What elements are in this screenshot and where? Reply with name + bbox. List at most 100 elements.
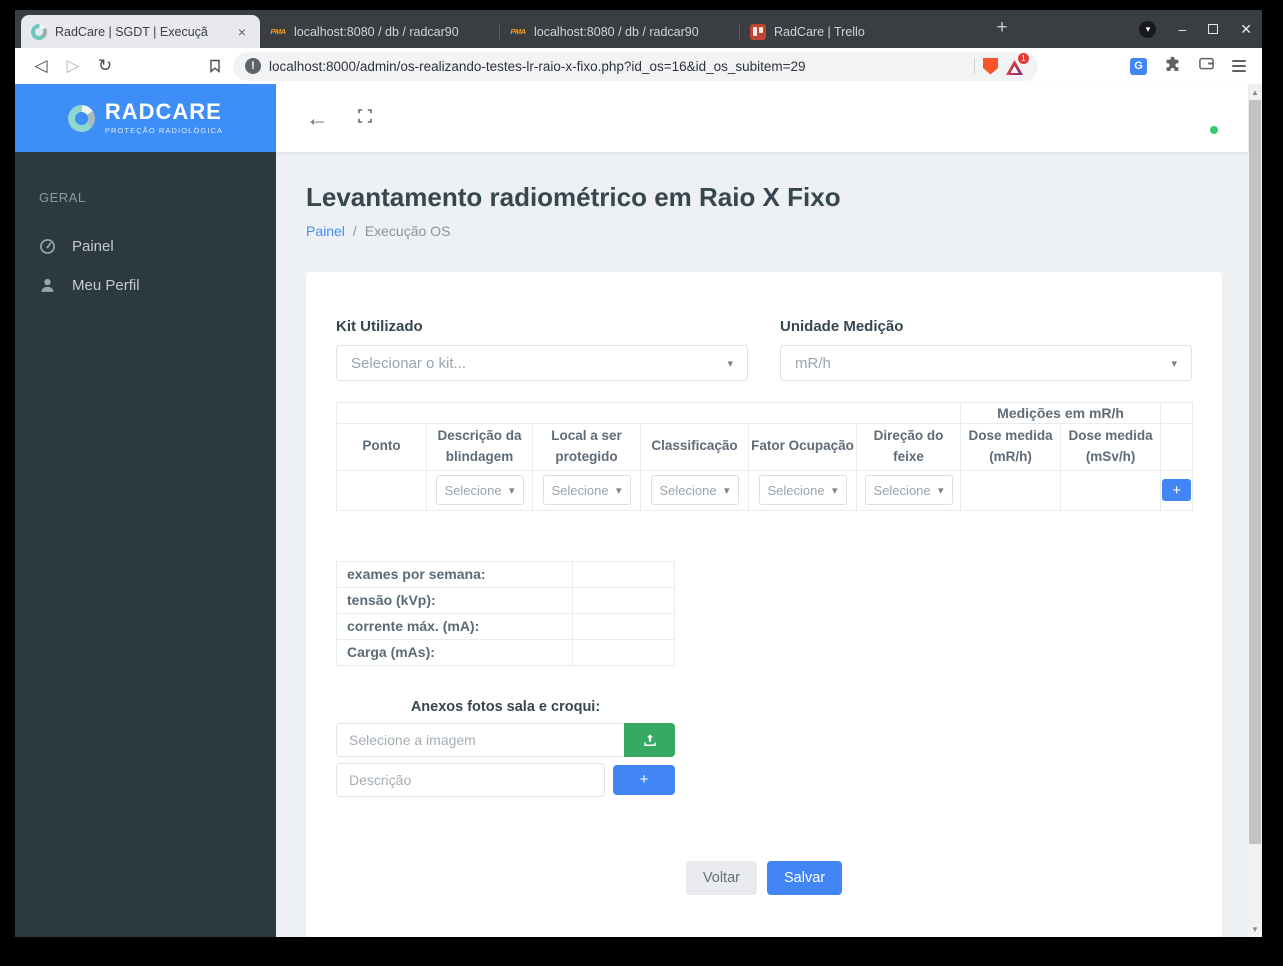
tab-phpmyadmin-2[interactable]: PMA localhost:8080 / db / radcar90 <box>500 15 739 48</box>
chevron-down-icon: ▾ <box>509 484 515 497</box>
col-classificacao: Classificação <box>641 424 749 471</box>
extensions-puzzle-icon[interactable] <box>1164 55 1181 77</box>
bookmark-icon[interactable] <box>207 58 223 74</box>
sidebar-item-meu-perfil[interactable]: Meu Perfil <box>15 266 276 305</box>
attachments-heading: Anexos fotos sala e croqui: <box>336 699 675 715</box>
scroll-down-arrow-icon[interactable]: ▼ <box>1248 922 1262 936</box>
url-bar[interactable]: ! localhost:8000/admin/os-realizando-tes… <box>233 52 1038 81</box>
form-card: Kit Utilizado Selecionar o kit... ▾ Unid… <box>306 272 1222 937</box>
brave-rewards-icon[interactable]: 1 <box>1006 57 1026 75</box>
rewards-badge: 1 <box>1018 53 1029 64</box>
divider <box>974 58 975 74</box>
radcare-logo-icon <box>68 105 95 132</box>
dose-mrh-cell[interactable] <box>961 470 1061 510</box>
tab-search-button[interactable]: ▾ <box>1139 21 1156 38</box>
tab-strip: RadCare | SGDT | Execuçã × PMA localhost… <box>15 10 1262 48</box>
breadcrumb-link-painel[interactable]: Painel <box>306 223 345 239</box>
breadcrumb-separator: / <box>353 223 357 239</box>
back-nav-icon[interactable]: ◁ <box>27 56 55 76</box>
scroll-up-arrow-icon[interactable]: ▲ <box>1248 85 1262 99</box>
wallet-icon[interactable] <box>1198 55 1215 77</box>
maximize-button[interactable] <box>1208 24 1218 34</box>
url-text[interactable]: localhost:8000/admin/os-realizando-teste… <box>269 59 966 74</box>
hamburger-menu-icon[interactable] <box>1232 60 1246 72</box>
sidebar-body: GERAL Painel Meu Perfil <box>15 152 276 937</box>
fullscreen-icon[interactable] <box>357 108 373 129</box>
back-arrow-icon[interactable]: ← <box>306 107 329 130</box>
tab-phpmyadmin-1[interactable]: PMA localhost:8080 / db / radcar90 <box>260 15 499 48</box>
user-avatar[interactable] <box>1187 103 1218 134</box>
reload-icon[interactable]: ↻ <box>91 56 119 76</box>
brand-name: RADCARE <box>105 101 223 123</box>
local-select[interactable]: Selecione▾ <box>543 475 631 505</box>
chevron-down-icon: ▾ <box>616 484 622 497</box>
brand-header: RADCARE PROTEÇÃO RADIOLÓGICA <box>15 84 276 152</box>
kit-select[interactable]: Selecionar o kit... ▾ <box>336 345 748 381</box>
page-title: Levantamento radiométrico em Raio X Fixo <box>306 182 1248 213</box>
col-direcao: Direção do feixe <box>857 424 961 471</box>
col-local: Local a ser protegido <box>533 424 641 471</box>
fator-select[interactable]: Selecione▾ <box>759 475 847 505</box>
param-value-cell[interactable] <box>573 587 675 613</box>
table-header-row: Ponto Descrição da blindagem Local a ser… <box>337 424 1193 471</box>
col-dose-msvh: Dose medida (mSv/h) <box>1061 424 1161 471</box>
close-button[interactable]: ✕ <box>1240 22 1252 36</box>
table-group-row: Medições em mR/h <box>337 403 1193 424</box>
table-row: Selecione▾ Selecione▾ Selecione▾ Selecio… <box>337 470 1193 510</box>
page-content: Levantamento radiométrico em Raio X Fixo… <box>276 152 1248 937</box>
tab-radcare-sgdt[interactable]: RadCare | SGDT | Execuçã × <box>21 15 260 48</box>
direcao-select[interactable]: Selecione▾ <box>865 475 953 505</box>
tab-trello[interactable]: RadCare | Trello <box>740 15 979 48</box>
param-label: exames por semana: <box>337 561 573 587</box>
salvar-button[interactable]: Salvar <box>767 861 842 895</box>
col-descricao: Descrição da blindagem <box>427 424 533 471</box>
brave-shield-icon[interactable] <box>983 58 998 75</box>
image-file-input[interactable] <box>336 723 624 757</box>
main-column: ← Levantamento radiométrico em Raio X Fi… <box>276 84 1248 937</box>
param-value-cell[interactable] <box>573 613 675 639</box>
sidebar-item-label: Meu Perfil <box>72 277 140 294</box>
chevron-down-icon: ▾ <box>938 484 944 497</box>
phpmyadmin-favicon-icon: PMA <box>510 24 526 40</box>
add-row-button[interactable]: + <box>1162 479 1191 501</box>
voltar-button[interactable]: Voltar <box>686 861 757 895</box>
window-controls: ▾ – ✕ <box>1139 10 1252 48</box>
translate-icon[interactable]: G <box>1130 58 1147 75</box>
chevron-down-icon: ▾ <box>724 484 730 497</box>
dashboard-icon <box>39 238 56 255</box>
new-tab-button[interactable]: + <box>989 15 1015 41</box>
descricao-select[interactable]: Selecione▾ <box>436 475 524 505</box>
app-area: RADCARE PROTEÇÃO RADIOLÓGICA GERAL Paine… <box>15 84 1262 937</box>
sidebar: RADCARE PROTEÇÃO RADIOLÓGICA GERAL Paine… <box>15 84 276 937</box>
dose-msvh-cell[interactable] <box>1061 470 1161 510</box>
tab-title: RadCare | SGDT | Execuçã <box>55 25 226 39</box>
page-scrollbar[interactable]: ▲ ▼ <box>1248 84 1262 937</box>
sidebar-item-painel[interactable]: Painel <box>15 227 276 266</box>
sidebar-section-label: GERAL <box>15 190 276 205</box>
breadcrumb-current: Execução OS <box>365 223 451 239</box>
upload-button[interactable] <box>624 723 675 757</box>
ponto-cell[interactable] <box>337 470 427 510</box>
user-icon <box>39 277 56 294</box>
unit-select-value: mR/h <box>795 355 831 372</box>
param-label: Carga (mAs): <box>337 639 573 665</box>
breadcrumb: Painel / Execução OS <box>306 223 1248 239</box>
trello-favicon-icon <box>750 24 766 40</box>
description-input[interactable] <box>336 763 605 797</box>
param-value-cell[interactable] <box>573 561 675 587</box>
classificacao-select[interactable]: Selecione▾ <box>651 475 739 505</box>
site-info-icon[interactable]: ! <box>245 58 261 74</box>
chevron-down-icon: ▾ <box>1171 357 1177 370</box>
table-row: tensão (kVp): <box>337 587 675 613</box>
scrollbar-thumb[interactable] <box>1249 100 1261 844</box>
extension-icons: G <box>1130 55 1246 77</box>
param-value-cell[interactable] <box>573 639 675 665</box>
group-header: Medições em mR/h <box>961 403 1161 424</box>
minimize-button[interactable]: – <box>1178 22 1186 36</box>
tab-close-icon[interactable]: × <box>234 24 250 40</box>
add-attachment-button[interactable]: + <box>613 765 675 795</box>
exam-params-table: exames por semana: tensão (kVp): corrent… <box>336 561 675 666</box>
unit-select[interactable]: mR/h ▾ <box>780 345 1192 381</box>
kit-label: Kit Utilizado <box>336 318 748 335</box>
tab-title: localhost:8080 / db / radcar90 <box>294 25 489 39</box>
